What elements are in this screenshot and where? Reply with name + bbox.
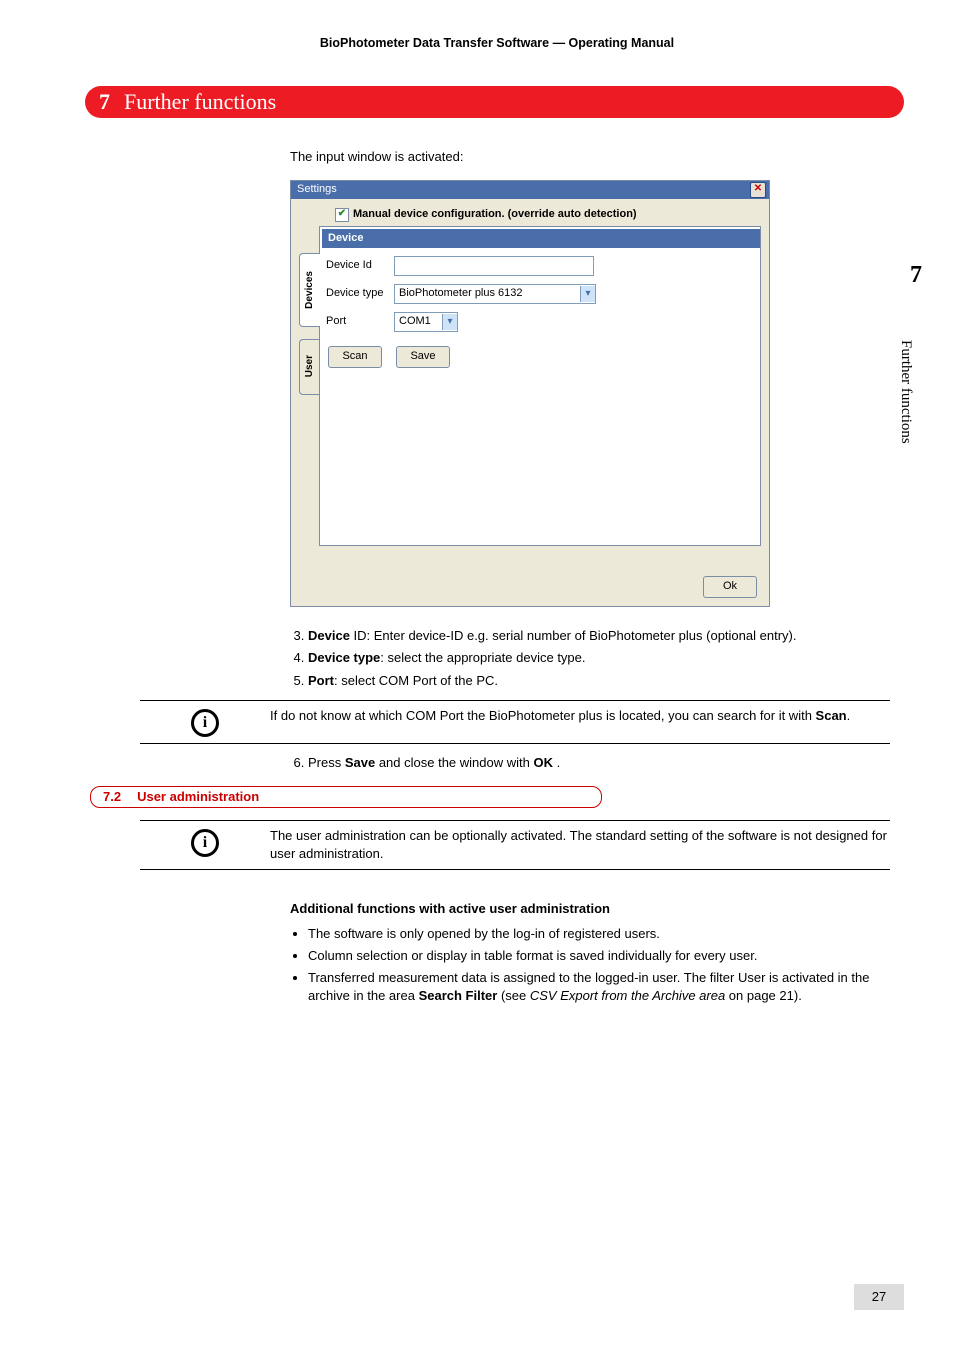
chapter-number: 7 xyxy=(91,89,124,115)
side-chapter-title: Further functions xyxy=(897,340,914,444)
tab-devices[interactable]: Devices xyxy=(299,253,320,327)
tab-user-label: User xyxy=(303,355,317,377)
manual-config-row: ✔ Manual device configuration. (override… xyxy=(291,199,769,228)
port-label: Port xyxy=(326,314,394,329)
steps-list: Device ID: Enter device-ID e.g. serial n… xyxy=(290,627,890,690)
tab-user[interactable]: User xyxy=(299,339,320,395)
device-group-title: Device xyxy=(322,229,760,248)
info-icon: i xyxy=(140,827,270,857)
device-type-select[interactable]: BioPhotometer plus 6132 ▾ xyxy=(394,284,596,304)
chapter-title: Further functions xyxy=(124,89,276,115)
page-number: 27 xyxy=(854,1284,904,1310)
ok-button[interactable]: Ok xyxy=(703,576,757,598)
note-scan: i If do not know at which COM Port the B… xyxy=(140,700,890,744)
tab-devices-label: Devices xyxy=(303,271,317,309)
close-icon[interactable]: ✕ xyxy=(750,182,766,198)
section-title: User administration xyxy=(133,788,259,806)
chevron-down-icon: ▾ xyxy=(442,314,457,330)
bullet-3: Transferred measurement data is assigned… xyxy=(308,969,890,1005)
side-chapter-number: 7 xyxy=(910,262,922,289)
info-icon: i xyxy=(140,707,270,737)
section-number: 7.2 xyxy=(91,788,133,806)
doc-header: BioPhotometer Data Transfer Software — O… xyxy=(90,36,904,50)
note-user-admin: i The user administration can be optiona… xyxy=(140,820,890,870)
manual-config-checkbox[interactable]: ✔ xyxy=(335,208,349,222)
additional-functions-heading: Additional functions with active user ad… xyxy=(290,900,890,918)
device-type-value: BioPhotometer plus 6132 xyxy=(399,286,523,301)
step-6: Press Save and close the window with OK … xyxy=(308,754,890,772)
port-value: COM1 xyxy=(399,314,431,329)
port-select[interactable]: COM1 ▾ xyxy=(394,312,458,332)
dialog-title: Settings xyxy=(297,182,337,197)
bullet-1: The software is only opened by the log-i… xyxy=(308,925,890,943)
device-id-label: Device Id xyxy=(326,258,394,273)
device-type-label: Device type xyxy=(326,286,394,301)
device-id-input[interactable] xyxy=(394,256,594,276)
chapter-bar: 7 Further functions xyxy=(85,86,904,118)
bullet-2: Column selection or display in table for… xyxy=(308,947,890,965)
step-3: Device ID: Enter device-ID e.g. serial n… xyxy=(308,627,890,645)
step-6-list: Press Save and close the window with OK … xyxy=(290,754,890,772)
step-5: Port: select COM Port of the PC. xyxy=(308,672,890,690)
scan-button[interactable]: Scan xyxy=(328,346,382,368)
manual-config-label: Manual device configuration. (override a… xyxy=(353,207,637,222)
save-button[interactable]: Save xyxy=(396,346,450,368)
chevron-down-icon: ▾ xyxy=(580,286,595,302)
dialog-titlebar: Settings ✕ xyxy=(291,181,769,199)
section-7-2-heading: 7.2 User administration xyxy=(90,786,890,808)
device-panel: Device Device Id Device type BioPhotomet… xyxy=(319,226,761,546)
intro-text: The input window is activated: xyxy=(290,148,890,166)
step-4: Device type: select the appropriate devi… xyxy=(308,649,890,667)
settings-dialog: Settings ✕ ✔ Manual device configuration… xyxy=(290,180,770,607)
additional-functions-list: The software is only opened by the log-i… xyxy=(290,925,890,1006)
